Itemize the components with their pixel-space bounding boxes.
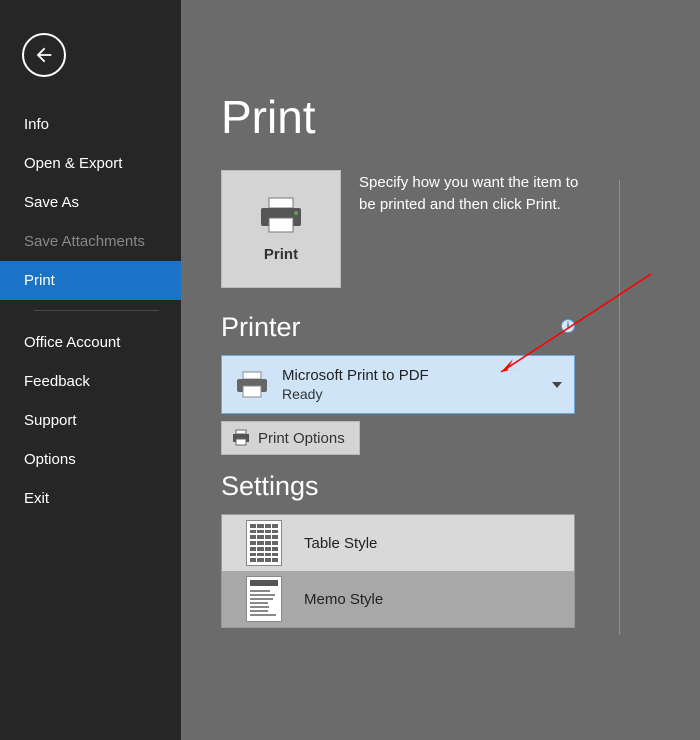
sidebar2-item-4[interactable]: Exit bbox=[0, 479, 181, 518]
settings-list: Table Style Memo Style bbox=[221, 514, 575, 628]
sidebar: InfoOpen & ExportSave AsSave Attachments… bbox=[0, 0, 181, 740]
sidebar2-item-1[interactable]: Feedback bbox=[0, 362, 181, 401]
sidebar-divider bbox=[34, 310, 159, 311]
sidebar2-item-2[interactable]: Support bbox=[0, 401, 181, 440]
style-item-table[interactable]: Table Style bbox=[222, 515, 574, 571]
info-icon[interactable]: i bbox=[561, 319, 575, 333]
chevron-down-icon bbox=[552, 382, 562, 388]
print-button[interactable]: Print bbox=[221, 170, 341, 288]
settings-heading: Settings bbox=[221, 471, 660, 502]
vertical-divider bbox=[619, 180, 620, 635]
sidebar-item-4[interactable]: Print bbox=[0, 261, 181, 300]
print-options-label: Print Options bbox=[258, 430, 345, 447]
printer-status: Ready bbox=[282, 386, 540, 402]
print-button-label: Print bbox=[264, 246, 298, 263]
print-options-button[interactable]: Print Options bbox=[221, 421, 360, 455]
back-button[interactable] bbox=[22, 33, 66, 77]
printer-heading: Printer bbox=[221, 312, 660, 343]
memo-style-icon bbox=[246, 576, 282, 622]
style-item-memo[interactable]: Memo Style bbox=[222, 571, 574, 627]
printer-name: Microsoft Print to PDF bbox=[282, 367, 540, 384]
sidebar-item-2[interactable]: Save As bbox=[0, 183, 181, 222]
sidebar2-item-0[interactable]: Office Account bbox=[0, 323, 181, 362]
printer-small-icon bbox=[234, 371, 270, 399]
sidebar-item-1[interactable]: Open & Export bbox=[0, 144, 181, 183]
printer-icon bbox=[257, 196, 305, 236]
main-panel: Print Print Specify how you want the ite… bbox=[181, 0, 700, 740]
sidebar-item-0[interactable]: Info bbox=[0, 105, 181, 144]
arrow-left-icon bbox=[33, 44, 55, 66]
style-label: Memo Style bbox=[304, 591, 383, 608]
sidebar2-item-3[interactable]: Options bbox=[0, 440, 181, 479]
table-style-icon bbox=[246, 520, 282, 566]
print-description: Specify how you want the item to be prin… bbox=[359, 170, 584, 288]
page-title: Print bbox=[221, 90, 660, 144]
print-options-icon bbox=[232, 429, 250, 447]
printer-dropdown[interactable]: Microsoft Print to PDF Ready bbox=[221, 355, 575, 414]
sidebar-item-3[interactable]: Save Attachments bbox=[0, 222, 181, 261]
style-label: Table Style bbox=[304, 535, 377, 552]
